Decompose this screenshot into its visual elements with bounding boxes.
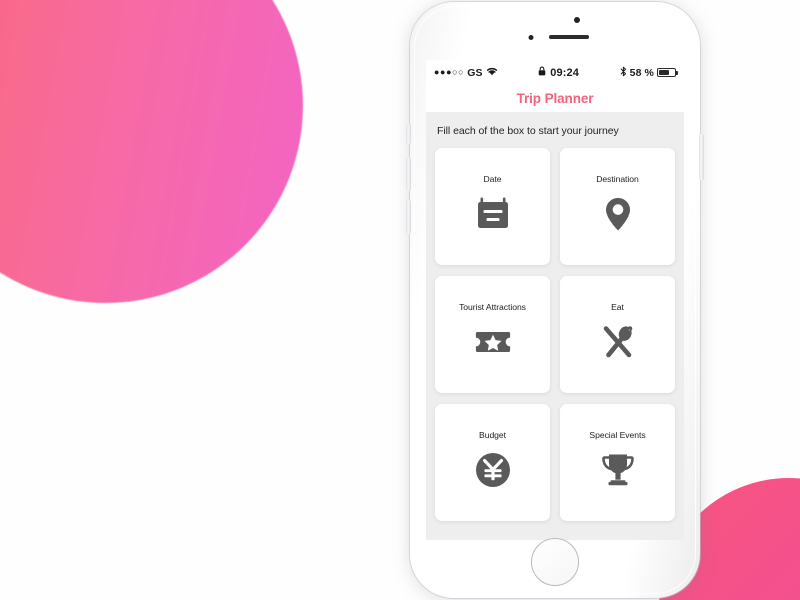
calendar-icon <box>472 193 514 235</box>
card-destination[interactable]: Destination <box>560 148 675 265</box>
instruction-text: Fill each of the box to start your journ… <box>437 125 619 137</box>
status-bar: ●●●○○ GS 09:24 58 % <box>426 60 684 85</box>
iphone-mockup: ●●●○○ GS 09:24 58 % Trip Planner Fill ea… <box>404 2 706 600</box>
page-title: Trip Planner <box>516 91 594 106</box>
card-tourist-attractions[interactable]: Tourist Attractions <box>435 276 550 393</box>
phone-screen: ●●●○○ GS 09:24 58 % Trip Planner Fill ea… <box>426 60 684 540</box>
volume-up-button[interactable] <box>406 157 411 191</box>
home-button[interactable] <box>531 538 579 586</box>
status-bar-right: 58 % <box>620 66 678 80</box>
card-budget[interactable]: Budget <box>435 404 550 521</box>
lock-icon <box>538 66 546 79</box>
screenshot-canvas: ●●●○○ GS 09:24 58 % Trip Planner Fill ea… <box>0 0 800 600</box>
battery-icon <box>657 67 678 78</box>
battery-fill <box>659 69 669 76</box>
card-date[interactable]: Date <box>435 148 550 265</box>
battery-percent-label: 58 % <box>629 66 654 79</box>
status-bar-center: 09:24 <box>498 66 620 79</box>
main-content: Fill each of the box to start your journ… <box>426 112 684 540</box>
card-label: Budget <box>479 430 506 440</box>
ticket-star-icon <box>472 321 514 363</box>
front-camera-icon <box>574 17 580 23</box>
proximity-sensor-icon <box>528 35 534 40</box>
category-card-grid: Date Destination Tourist Attractions Eat… <box>435 148 675 521</box>
app-navigation-bar: Trip Planner <box>426 85 684 112</box>
knife-spoon-icon <box>597 321 639 363</box>
power-button[interactable] <box>699 134 704 180</box>
wifi-icon <box>486 66 498 79</box>
card-label: Special Events <box>589 430 646 440</box>
signal-strength-icon: ●●●○○ <box>434 67 465 77</box>
earpiece-speaker <box>549 35 589 39</box>
card-label: Tourist Attractions <box>459 302 526 312</box>
carrier-label: GS <box>467 66 483 79</box>
map-pin-icon <box>597 193 639 235</box>
yen-coin-icon <box>472 449 514 491</box>
decorative-gradient-circle-top-left <box>0 0 303 303</box>
status-bar-left: ●●●○○ GS <box>434 66 498 79</box>
trophy-icon <box>597 449 639 491</box>
card-label: Destination <box>596 174 639 184</box>
volume-down-button[interactable] <box>406 200 411 234</box>
card-label: Eat <box>611 302 624 312</box>
bluetooth-icon <box>620 66 627 80</box>
mute-switch[interactable] <box>406 124 411 144</box>
card-special-events[interactable]: Special Events <box>560 404 675 521</box>
clock-label: 09:24 <box>550 66 579 79</box>
card-label: Date <box>483 174 502 184</box>
card-eat[interactable]: Eat <box>560 276 675 393</box>
